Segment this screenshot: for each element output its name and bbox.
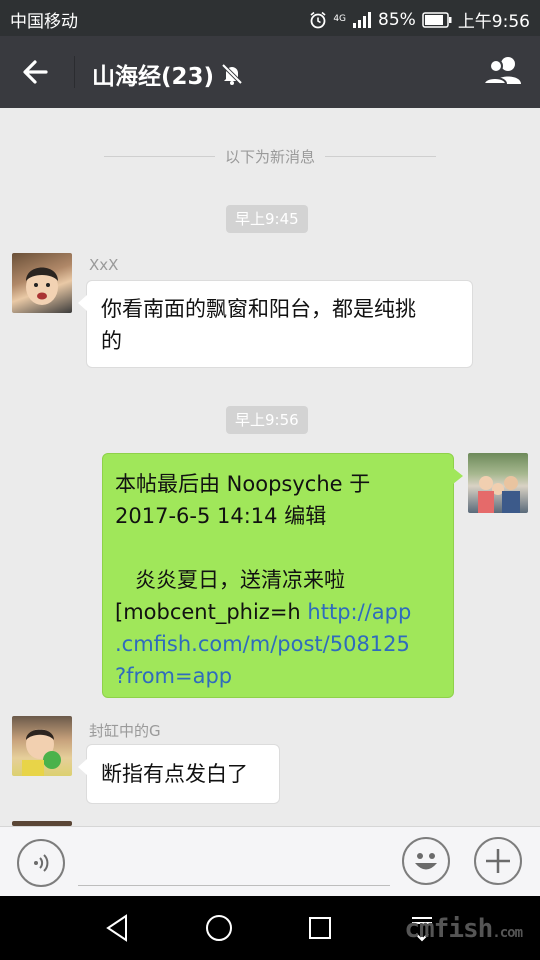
nav-recents-button[interactable]: [302, 910, 338, 946]
status-bar: 中国移动 4G 85% 上午9:56: [0, 0, 540, 36]
watermark-suffix: .com: [492, 925, 523, 941]
signal-icon: [353, 11, 372, 28]
timestamp: 早上9:45: [226, 205, 308, 233]
chat-title: 山海经(23): [92, 64, 215, 90]
network-type: 4G: [333, 14, 347, 24]
family-photo-icon: [478, 476, 520, 513]
new-messages-label: 以下为新消息: [225, 147, 316, 166]
back-button[interactable]: [16, 54, 56, 90]
post-link[interactable]: .cmfish.com/m/post/508125: [115, 628, 441, 660]
triangle-back-icon: [106, 914, 127, 942]
watermark-text: cmfish: [404, 914, 493, 944]
avatar-self[interactable]: [468, 453, 528, 513]
post-link[interactable]: http://app: [307, 600, 411, 624]
emoji-button[interactable]: [402, 837, 450, 885]
message-line-with-link: [mobcent_phiz=h http://app: [115, 596, 441, 628]
message-line: 炎炎夏日，送清凉来啦: [115, 568, 346, 592]
message-line: 本帖最后由 Noopsyche 于: [115, 472, 371, 496]
emoji-icon: [415, 853, 437, 870]
divider-line-left: [104, 155, 215, 157]
nav-home-button[interactable]: [201, 910, 237, 946]
message-bubble-self[interactable]: 本帖最后由 Noopsyche 于 2017-6-5 14:14 编辑 炎炎夏日…: [102, 453, 463, 698]
avatar-xxx[interactable]: [12, 253, 72, 313]
message-bubble[interactable]: 断指有点发白了: [78, 744, 280, 804]
nav-back-button[interactable]: [100, 910, 136, 946]
sender-name: 封缸中的G: [89, 722, 161, 740]
circle-home-icon: [206, 915, 232, 941]
post-link[interactable]: ?from=app: [115, 660, 441, 692]
alarm-icon: [310, 11, 326, 28]
carrier-name: 中国移动: [10, 12, 78, 32]
group-icon: [482, 57, 521, 85]
square-recents-icon: [309, 917, 331, 939]
group-members-button[interactable]: [482, 52, 524, 92]
new-messages-divider: 以下为新消息: [104, 146, 437, 166]
message-line: 你看南面的飘窗和阳台，都是纯挑: [101, 297, 416, 321]
message-text: [mobcent_phiz=h: [115, 600, 308, 624]
bell-muted-icon: [221, 63, 243, 85]
message-line: 2017-6-5 14:14 编辑: [115, 504, 327, 528]
battery-icon: [422, 11, 452, 28]
avatar-g[interactable]: [12, 716, 72, 776]
arrow-left-icon: [23, 60, 48, 84]
input-bar: [0, 826, 540, 897]
header-divider: [74, 56, 75, 88]
chat-header: 山海经(23): [0, 36, 540, 108]
clock: 上午9:56: [457, 12, 530, 32]
message-bubble[interactable]: 你看南面的飘窗和阳台，都是纯挑 的: [78, 280, 473, 368]
more-button[interactable]: [474, 837, 522, 885]
sender-name: XxX: [89, 256, 119, 274]
plus-icon: [486, 849, 510, 873]
message-input[interactable]: [78, 841, 390, 886]
status-right: 4G 85% 上午9:56: [309, 7, 530, 32]
message-text: 断指有点发白了: [101, 762, 248, 786]
watermark: cmfish.com: [404, 914, 523, 944]
divider-line-right: [325, 155, 437, 157]
child-photo-icon: [26, 267, 58, 305]
battery-percent: 85%: [378, 9, 416, 30]
voice-button[interactable]: [17, 839, 65, 887]
message-line: 的: [101, 329, 122, 353]
baby-photo-icon: [22, 729, 61, 776]
timestamp: 早上9:56: [226, 406, 308, 434]
chat-title-group[interactable]: 山海经(23): [92, 57, 244, 91]
voice-icon: [34, 854, 49, 872]
